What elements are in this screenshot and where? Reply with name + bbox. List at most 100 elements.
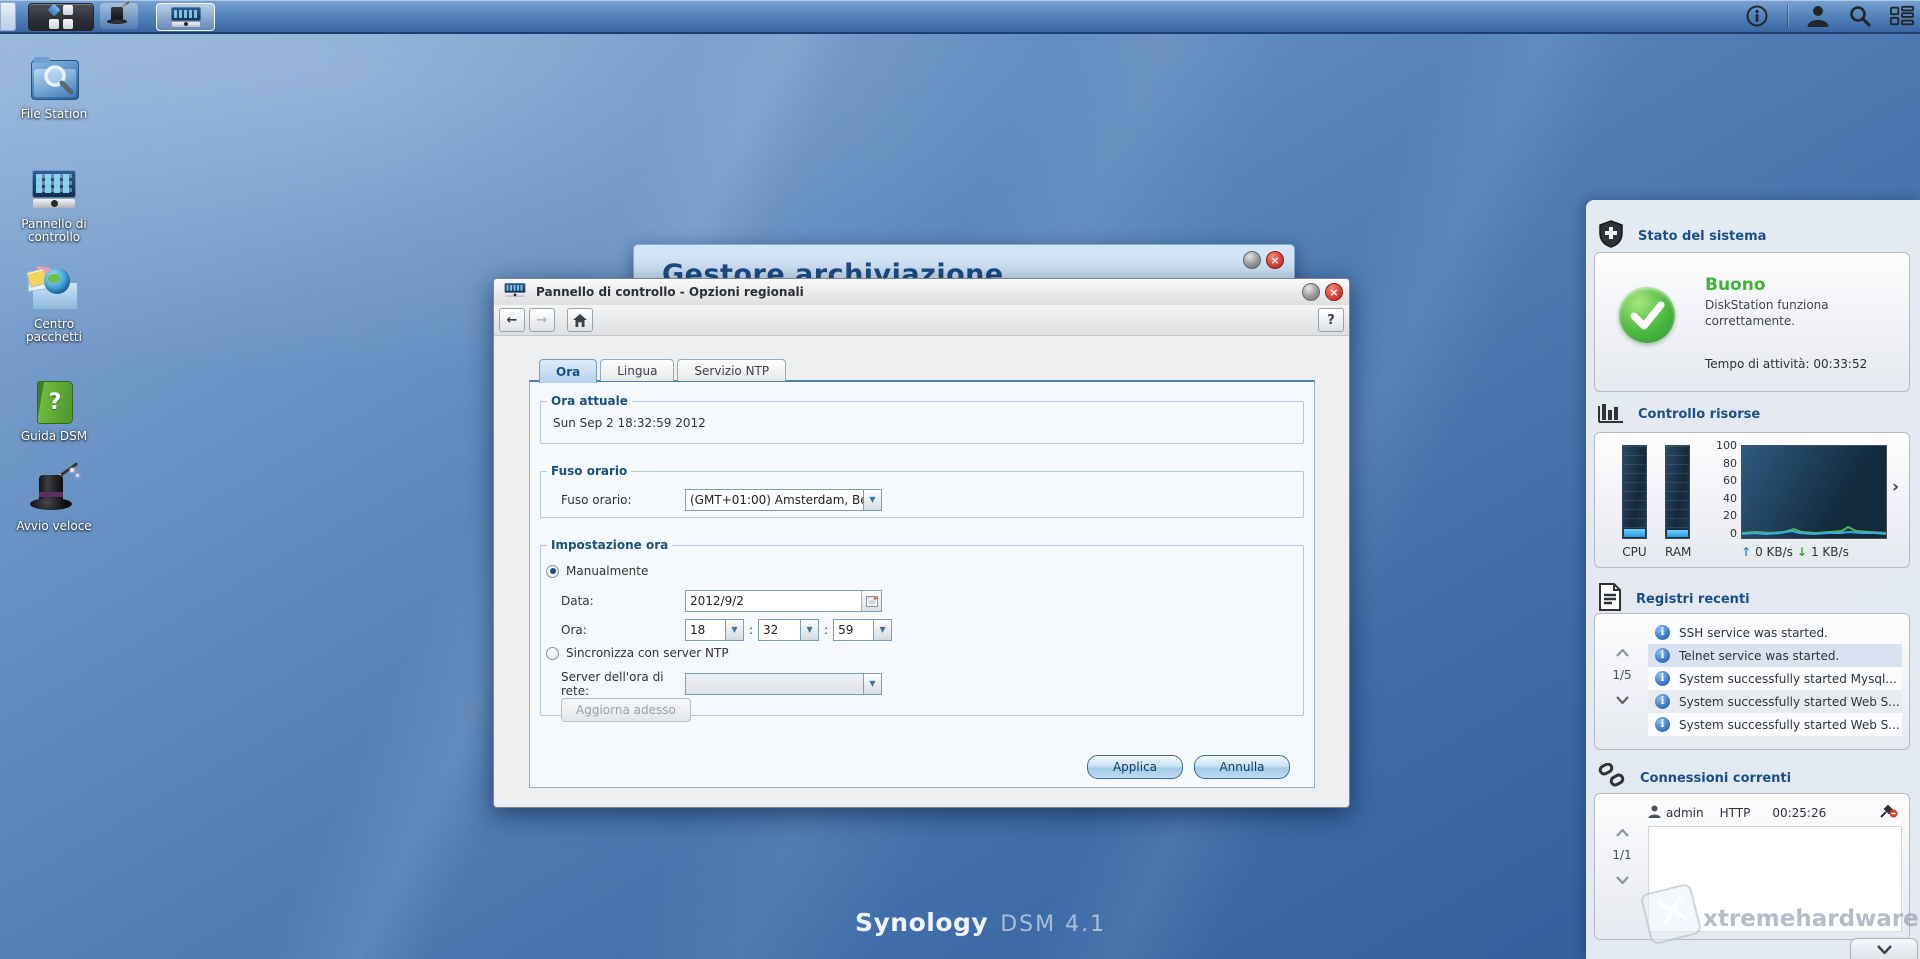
connections-list[interactable] — [1648, 826, 1902, 932]
minimize-icon[interactable] — [1243, 251, 1261, 269]
control-panel-icon — [26, 166, 82, 214]
chevron-down-icon — [1877, 945, 1892, 954]
download-arrow-icon: ↓ — [1797, 545, 1807, 559]
expand-chevron-icon[interactable]: › — [1892, 477, 1899, 497]
page-down-icon[interactable] — [1616, 876, 1629, 884]
ntp-radio-row[interactable]: Sincronizza con server NTP — [541, 646, 1303, 660]
resource-monitor-card[interactable]: CPU RAM 10080 6040 200 ↑ 0 KB/s ↓ 1 KB/s… — [1594, 432, 1910, 568]
disconnect-icon[interactable] — [1880, 805, 1898, 821]
close-icon[interactable]: × — [1266, 251, 1284, 269]
colon: : — [744, 623, 758, 637]
current-time-legend: Ora attuale — [547, 394, 632, 408]
desktop-icon-quick-start[interactable]: Avvio veloce — [8, 468, 100, 533]
desktop-icon-package-center[interactable]: Centro pacchetti — [8, 266, 100, 344]
page-up-icon[interactable] — [1616, 829, 1629, 837]
search-icon[interactable] — [1848, 4, 1872, 28]
date-input[interactable]: 2012/9/2 — [685, 590, 882, 612]
tab-servizio-ntp[interactable]: Servizio NTP — [677, 359, 786, 381]
close-icon[interactable]: × — [1325, 283, 1343, 301]
desktop-icon-dsm-help[interactable]: ? Guida DSM — [8, 378, 100, 443]
user-icon[interactable] — [1806, 4, 1830, 28]
desktop-icon-label: Pannello di controllo — [8, 218, 100, 244]
ntp-server-select[interactable]: ▼ — [685, 673, 882, 695]
regional-options-dialog: Pannello di controllo - Opzioni regional… — [493, 278, 1350, 808]
desktop-icon-control-panel[interactable]: Pannello di controllo — [8, 166, 100, 244]
chevron-down-icon: ▼ — [863, 490, 881, 510]
resource-monitor-title: Controllo risorse — [1638, 407, 1760, 422]
quick-start-icon — [26, 468, 82, 516]
chain-link-icon — [1598, 763, 1626, 793]
forward-icon[interactable]: → — [529, 308, 555, 332]
ram-label: RAM — [1665, 545, 1690, 559]
dialog-toolbar: ← → ? — [494, 305, 1349, 336]
desktop-icon-label: File Station — [8, 108, 100, 121]
info-icon: i — [1655, 694, 1670, 709]
widget-panel: Stato del sistema Buono DiskStation funz… — [1586, 200, 1920, 959]
page-up-icon[interactable] — [1616, 649, 1629, 657]
user-icon — [1648, 805, 1661, 822]
connections-title: Connessioni correnti — [1640, 771, 1791, 786]
timezone-label: Fuso orario: — [541, 493, 685, 507]
date-label: Data: — [541, 594, 685, 608]
help-button[interactable]: ? — [1318, 308, 1344, 332]
bar-chart-icon — [1598, 400, 1624, 428]
connections-page-indicator: 1/1 — [1607, 848, 1637, 862]
package-center-icon — [26, 266, 82, 314]
taskbar-quick-start[interactable] — [100, 3, 138, 29]
pilot-view-icon[interactable] — [1890, 4, 1914, 28]
minimize-icon[interactable] — [1302, 283, 1320, 301]
back-icon[interactable]: ← — [499, 308, 525, 332]
recent-logs-card: 1/5 iSSH service was started. iTelnet se… — [1594, 613, 1910, 750]
network-throughput: ↑ 0 KB/s ↓ 1 KB/s — [1741, 545, 1849, 559]
info-icon: i — [1655, 648, 1670, 663]
timezone-legend: Fuso orario — [547, 464, 631, 478]
calendar-icon[interactable] — [861, 591, 881, 611]
taskbar — [0, 0, 1920, 34]
desktop-icon-label: Guida DSM — [8, 430, 100, 443]
ntp-radio[interactable] — [546, 647, 559, 660]
status-value: Buono — [1705, 275, 1766, 295]
desktop-icon-file-station[interactable]: File Station — [8, 56, 100, 121]
manual-radio[interactable] — [546, 565, 559, 578]
tab-lingua[interactable]: Lingua — [600, 359, 674, 381]
upload-arrow-icon: ↑ — [1741, 545, 1751, 559]
quick-start-icon — [107, 6, 131, 26]
log-row[interactable]: iTelnet service was started. — [1648, 644, 1902, 667]
tab-content-panel: Ora attuale Sun Sep 2 18:32:59 2012 Fuso… — [529, 380, 1315, 788]
show-desktop-button[interactable] — [0, 2, 16, 31]
main-menu-button[interactable] — [28, 3, 94, 31]
timezone-fieldset: Fuso orario Fuso orario: (GMT+01:00) Ams… — [540, 464, 1304, 518]
log-row[interactable]: iSSH service was started. — [1648, 621, 1902, 644]
log-row[interactable]: iSystem successfully started Web S... — [1648, 690, 1902, 713]
tab-ora[interactable]: Ora — [539, 359, 597, 383]
update-now-button[interactable]: Aggiorna adesso — [561, 698, 691, 722]
hour-select[interactable]: 18▼ — [685, 619, 744, 641]
main-menu-icon — [49, 5, 73, 29]
colon: : — [819, 623, 833, 637]
log-row[interactable]: iSystem successfully started Mysql... — [1648, 667, 1902, 690]
home-icon[interactable] — [567, 308, 593, 332]
second-select[interactable]: 59▼ — [833, 619, 892, 641]
time-label: Ora: — [541, 623, 685, 637]
dialog-window-icon — [500, 280, 530, 304]
graph-axis: 10080 6040 200 — [1701, 439, 1737, 540]
desktop-icon-label: Centro pacchetti — [8, 318, 100, 344]
info-icon[interactable] — [1745, 4, 1769, 28]
taskbar-control-panel[interactable] — [156, 3, 215, 31]
current-time-value: Sun Sep 2 18:32:59 2012 — [541, 408, 1303, 430]
manual-radio-row[interactable]: Manualmente — [541, 564, 1303, 578]
timezone-select[interactable]: (GMT+01:00) Amsterdam, Berlin, Rome, Sto… — [685, 489, 882, 511]
dialog-titlebar[interactable]: Pannello di controllo - Opzioni regional… — [494, 279, 1349, 306]
system-status-card: Buono DiskStation funziona correttamente… — [1594, 252, 1910, 392]
apply-button[interactable]: Applica — [1087, 755, 1183, 779]
minute-select[interactable]: 32▼ — [758, 619, 819, 641]
current-time-fieldset: Ora attuale Sun Sep 2 18:32:59 2012 — [540, 394, 1304, 444]
chevron-down-icon: ▼ — [800, 620, 818, 640]
page-down-icon[interactable] — [1616, 696, 1629, 704]
collapse-panel-tab[interactable] — [1850, 938, 1918, 959]
log-row[interactable]: iSystem successfully started Web S... — [1648, 713, 1902, 736]
cancel-button[interactable]: Annulla — [1194, 755, 1290, 779]
network-graph — [1741, 445, 1887, 539]
connection-row[interactable]: admin HTTP 00:25:26 — [1648, 802, 1902, 824]
download-value: 1 KB/s — [1811, 545, 1849, 559]
